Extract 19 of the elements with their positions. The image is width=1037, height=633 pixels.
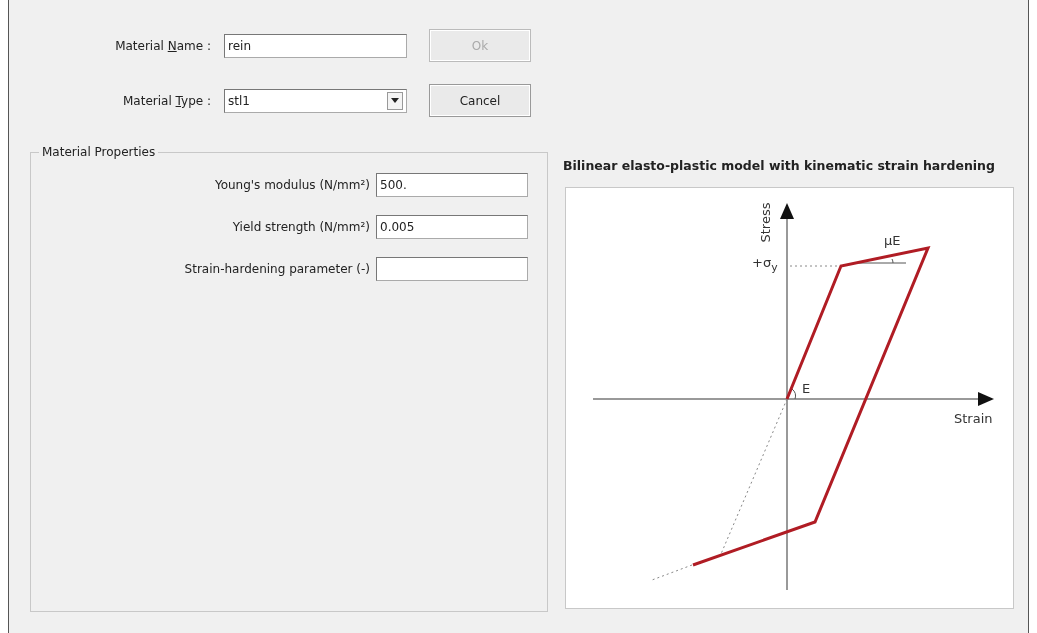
modulus-label: E xyxy=(802,382,811,395)
field-label: Yield strength (N/mm²) xyxy=(231,220,371,234)
field-label: Material Name : xyxy=(114,38,212,53)
cancel-button[interactable]: Cancel xyxy=(429,84,531,117)
property-field[interactable] xyxy=(376,257,528,281)
group-title: Material Properties xyxy=(39,145,159,159)
diagram-title: Bilinear elasto-plastic model with kinematic strain hardening xyxy=(563,158,995,173)
axis-label: Strain xyxy=(954,412,993,425)
slope-label: μE xyxy=(884,234,901,247)
modulus-angle-arc xyxy=(791,388,796,400)
axis-label: Stress xyxy=(759,202,773,243)
property-field[interactable]: 500. xyxy=(376,173,528,197)
property-field[interactable]: 0.005 xyxy=(376,215,528,239)
field-label: Material Type : xyxy=(122,93,212,108)
field-label: Young's modulus (N/mm²) xyxy=(213,178,371,192)
yield-label: +σ$_{y}$ xyxy=(752,256,778,274)
material-name-field[interactable]: rein xyxy=(224,33,407,58)
material-type-dropdown[interactable]: stl1 xyxy=(224,88,407,113)
field-label: Strain-hardening parameter (-) xyxy=(183,262,371,276)
